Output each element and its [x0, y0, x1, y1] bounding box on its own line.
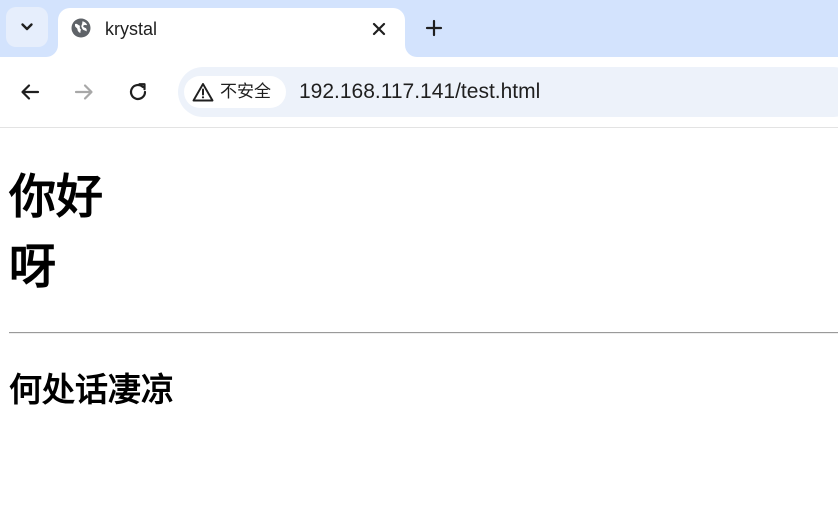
- new-tab-button[interactable]: [420, 14, 448, 42]
- close-icon: [372, 22, 386, 36]
- chevron-down-icon: [21, 23, 33, 31]
- security-indicator[interactable]: 不安全: [184, 76, 286, 108]
- browser-window: krystal 不安全 192.168.117.141/test.html 你好…: [0, 0, 838, 521]
- reload-button[interactable]: [124, 78, 152, 106]
- address-bar[interactable]: 不安全 192.168.117.141/test.html: [178, 67, 838, 117]
- page-heading-line-1: 你好: [9, 170, 103, 225]
- reload-icon: [129, 83, 147, 101]
- tab-close-button[interactable]: [368, 18, 390, 40]
- arrow-left-icon: [21, 84, 40, 100]
- page-subheading: 何处话凄凉: [9, 370, 174, 409]
- security-label: 不安全: [220, 82, 271, 102]
- url-text[interactable]: 192.168.117.141/test.html: [299, 79, 540, 105]
- page-heading-line-2: 呀: [9, 240, 56, 295]
- horizontal-rule: [9, 332, 838, 334]
- plus-icon: [425, 19, 443, 37]
- toolbar: 不安全 192.168.117.141/test.html: [0, 57, 838, 128]
- tab-strip: krystal: [0, 0, 838, 57]
- back-button[interactable]: [16, 78, 44, 106]
- active-tab[interactable]: krystal: [58, 8, 405, 57]
- tab-search-button[interactable]: [6, 7, 48, 47]
- forward-button[interactable]: [70, 78, 98, 106]
- tab-title: krystal: [105, 19, 158, 39]
- arrow-right-icon: [74, 84, 93, 100]
- globe-icon: [71, 18, 91, 38]
- page-content: 你好 呀 何处话凄凉: [0, 128, 838, 521]
- warning-icon: [192, 83, 214, 102]
